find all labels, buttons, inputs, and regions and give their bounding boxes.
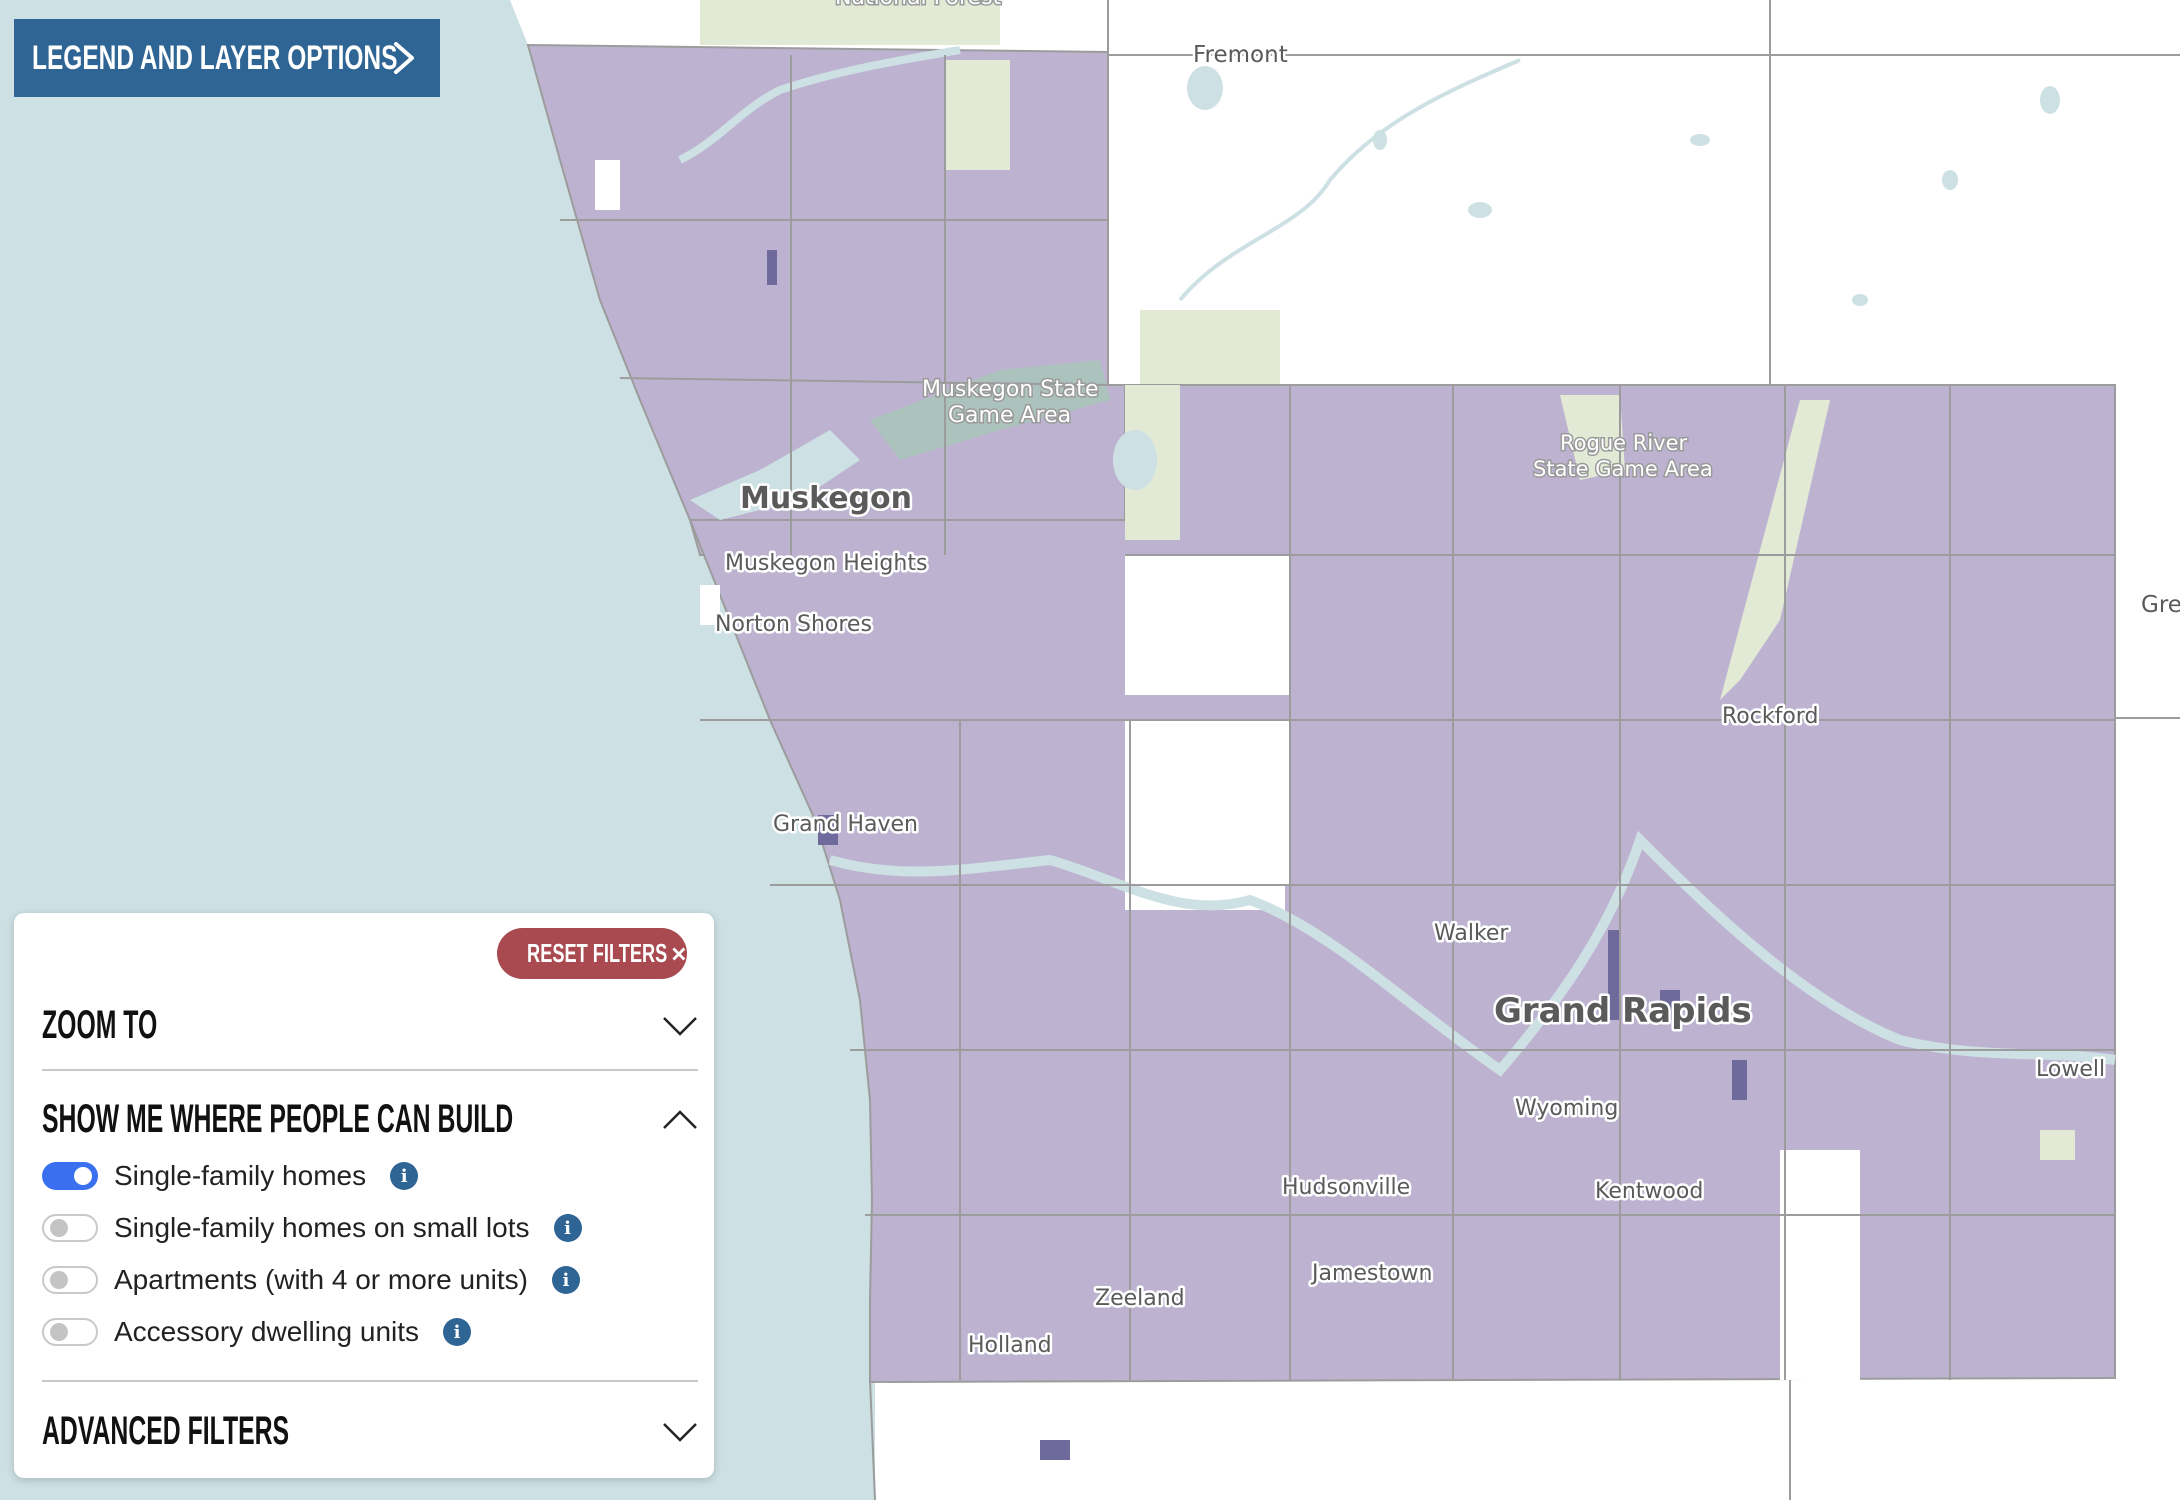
toggle-single-family-homes[interactable]	[42, 1162, 98, 1190]
parkland-newaygo	[1140, 310, 1280, 385]
park-label-national-forest: National Forest	[835, 0, 1002, 10]
place-label-grand-haven: Grand Haven	[773, 812, 918, 837]
section-advanced-filters[interactable]: ADVANCED FILTERS	[42, 1401, 698, 1461]
toggle-single-family-small-lots[interactable]	[42, 1214, 98, 1242]
info-icon[interactable]: i	[390, 1162, 419, 1190]
place-label-holland: Holland	[968, 1333, 1052, 1358]
chevron-down-icon	[663, 1423, 697, 1442]
reset-filters-label: RESET FILTERS	[527, 938, 668, 968]
section-title-advanced-filters: ADVANCED FILTERS	[42, 1408, 290, 1453]
section-title-zoom-to: ZOOM TO	[42, 1002, 158, 1047]
chevron-up-icon	[663, 1110, 697, 1129]
place-label-wyoming: Wyoming	[1515, 1096, 1618, 1121]
info-icon[interactable]: i	[551, 1266, 580, 1294]
toggle-knob	[74, 1167, 92, 1185]
place-label-muskegon: Muskegon	[740, 481, 912, 516]
option-label: Single-family homes on small lots	[114, 1212, 530, 1243]
place-label-lowell: Lowell	[2036, 1057, 2105, 1082]
option-label: Apartments (with 4 or more units)	[114, 1264, 528, 1295]
chevron-down-icon	[663, 1017, 697, 1036]
close-icon	[672, 947, 686, 960]
white-river	[1178, 58, 1521, 302]
section-zoom-to[interactable]: ZOOM TO	[42, 995, 698, 1055]
place-label-kentwood: Kentwood	[1595, 1179, 1703, 1204]
divider	[42, 1380, 698, 1382]
toggle-apartments[interactable]	[42, 1266, 98, 1294]
info-icon[interactable]: i	[553, 1214, 582, 1242]
place-label-fremont: Fremont	[1193, 42, 1288, 68]
place-label-zeeland: Zeeland	[1095, 1286, 1185, 1311]
place-label-muskegon-heights: Muskegon Heights	[725, 551, 927, 576]
option-label: Accessory dwelling units	[114, 1316, 420, 1347]
section-show-me-where-people-can-build[interactable]: SHOW ME WHERE PEOPLE CAN BUILD	[42, 1089, 698, 1149]
place-label-greenville-partial: Gre	[2141, 592, 2180, 618]
divider	[42, 1069, 698, 1071]
toggle-knob	[50, 1271, 68, 1289]
place-label-grand-rapids: Grand Rapids	[1494, 991, 1752, 1031]
park-label-muskegon-state-game-area-line1: Muskegon State	[922, 377, 1098, 402]
park-label-rogue-river-line1: Rogue River	[1560, 431, 1688, 455]
park-label-rogue-river-line2: State Game Area	[1533, 457, 1713, 481]
option-single-family-homes: Single-family homes i	[42, 1156, 419, 1196]
section-title-build: SHOW ME WHERE PEOPLE CAN BUILD	[42, 1096, 514, 1141]
option-apartments: Apartments (with 4 or more units) i	[42, 1260, 580, 1300]
info-icon[interactable]: i	[443, 1318, 472, 1346]
place-label-rockford: Rockford	[1722, 704, 1818, 729]
filter-panel: RESET FILTERS ZOOM TO SHOW ME WHERE PEOP…	[14, 913, 714, 1478]
toggle-knob	[50, 1219, 68, 1237]
place-label-norton-shores: Norton Shores	[715, 612, 872, 637]
toggle-accessory-dwelling-units[interactable]	[42, 1318, 98, 1346]
option-label: Single-family homes	[114, 1160, 367, 1191]
reset-filters-button[interactable]: RESET FILTERS	[497, 928, 687, 979]
park-label-muskegon-state-game-area-line2: Game Area	[948, 403, 1071, 428]
place-label-jamestown: Jamestown	[1310, 1261, 1432, 1286]
zoning-area-ottawa-kent	[688, 384, 2116, 1384]
option-accessory-dwelling-units: Accessory dwelling units i	[42, 1312, 472, 1352]
toggle-knob	[50, 1323, 68, 1341]
chevron-right-icon	[394, 42, 414, 74]
legend-and-layer-options-button[interactable]: LEGEND AND LAYER OPTIONS	[14, 19, 440, 97]
legend-button-label: LEGEND AND LAYER OPTIONS	[32, 38, 398, 77]
place-label-walker: Walker	[1434, 921, 1509, 946]
option-single-family-small-lots: Single-family homes on small lots i	[42, 1208, 582, 1248]
place-label-hudsonville: Hudsonville	[1282, 1175, 1410, 1200]
